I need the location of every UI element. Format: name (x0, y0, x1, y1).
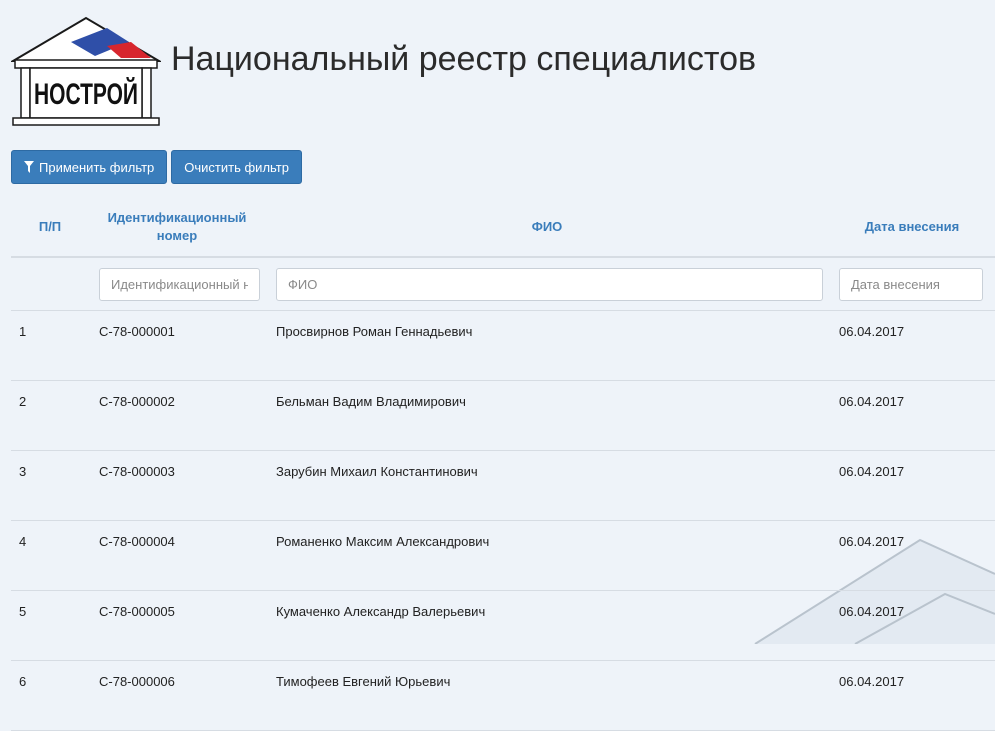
filter-cell-num (11, 257, 89, 311)
row-number: 4 (11, 520, 89, 591)
column-header-num[interactable]: П/П (11, 198, 89, 258)
row-number: 6 (11, 660, 89, 731)
specialists-table: П/П Идентификационный номер ФИО Дата вне… (11, 198, 995, 731)
id-filter-input[interactable] (99, 267, 260, 301)
row-date: 06.04.2017 (829, 590, 995, 661)
filter-cell-date (829, 257, 995, 311)
row-fio: Бельман Вадим Владимирович (265, 380, 829, 451)
table-row[interactable]: 4 С-78-000004 Романенко Максим Александров… (11, 520, 995, 591)
filter-cell-fio (265, 257, 829, 311)
row-fio: Кумаченко Александр Валерьевич (265, 590, 829, 661)
apply-filter-label: Применить фильтр (39, 159, 155, 175)
header: НОСТРОЙ Национальный реестр специалистов (11, 16, 756, 126)
date-filter-input[interactable] (839, 267, 983, 301)
page-title: Национальный реестр специалистов (171, 39, 757, 78)
table-header-row: П/П Идентификационный номер ФИО Дата вне… (11, 198, 995, 258)
row-number: 1 (11, 310, 89, 381)
row-fio: Просвирнов Роман Геннадьевич (265, 310, 829, 381)
clear-filter-button[interactable]: Очистить фильтр (171, 150, 302, 184)
table-body: 1 С-78-000001 Просвирнов Роман Геннадьевич… (11, 310, 995, 731)
row-id: С-78-000004 (89, 520, 265, 591)
specialists-table-container: П/П Идентификационный номер ФИО Дата вне… (11, 198, 995, 731)
row-fio: Тимофеев Евгений Юрьевич (265, 660, 829, 731)
filter-cell-id (89, 257, 265, 311)
table-row[interactable]: 5 С-78-000005 Кумаченко Александр Валерьев… (11, 590, 995, 661)
row-id: С-78-000001 (89, 310, 265, 381)
nostroy-logo: НОСТРОЙ (11, 16, 161, 126)
row-fio: Романенко Максим Александрович (265, 520, 829, 591)
row-number: 3 (11, 450, 89, 521)
row-fio: Зарубин Михаил Константинович (265, 450, 829, 521)
row-date: 06.04.2017 (829, 450, 995, 521)
logo-text: НОСТРОЙ (34, 77, 138, 111)
row-date: 06.04.2017 (829, 660, 995, 731)
filter-row (11, 257, 995, 311)
row-id: С-78-000003 (89, 450, 265, 521)
apply-filter-button[interactable]: Применить фильтр (11, 150, 168, 184)
column-header-id[interactable]: Идентификационный номер (89, 198, 265, 258)
row-date: 06.04.2017 (829, 310, 995, 381)
row-id: С-78-000006 (89, 660, 265, 731)
filter-toolbar: Применить фильтр Очистить фильтр (11, 150, 302, 184)
table-row[interactable]: 1 С-78-000001 Просвирнов Роман Геннадьевич… (11, 310, 995, 381)
table-row[interactable]: 6 С-78-000006 Тимофеев Евгений Юрьевич 06.0… (11, 660, 995, 731)
table-row[interactable]: 3 С-78-000003 Зарубин Михаил Константинови… (11, 450, 995, 521)
column-header-fio[interactable]: ФИО (265, 198, 829, 258)
row-date: 06.04.2017 (829, 520, 995, 591)
column-header-date[interactable]: Дата внесения (829, 198, 995, 258)
fio-filter-input[interactable] (276, 267, 823, 301)
table-row[interactable]: 2 С-78-000002 Бельман Вадим Владимирович 06… (11, 380, 995, 451)
row-number: 5 (11, 590, 89, 661)
row-date: 06.04.2017 (829, 380, 995, 451)
row-id: С-78-000005 (89, 590, 265, 661)
row-number: 2 (11, 380, 89, 451)
row-id: С-78-000002 (89, 380, 265, 451)
filter-icon (24, 161, 34, 173)
